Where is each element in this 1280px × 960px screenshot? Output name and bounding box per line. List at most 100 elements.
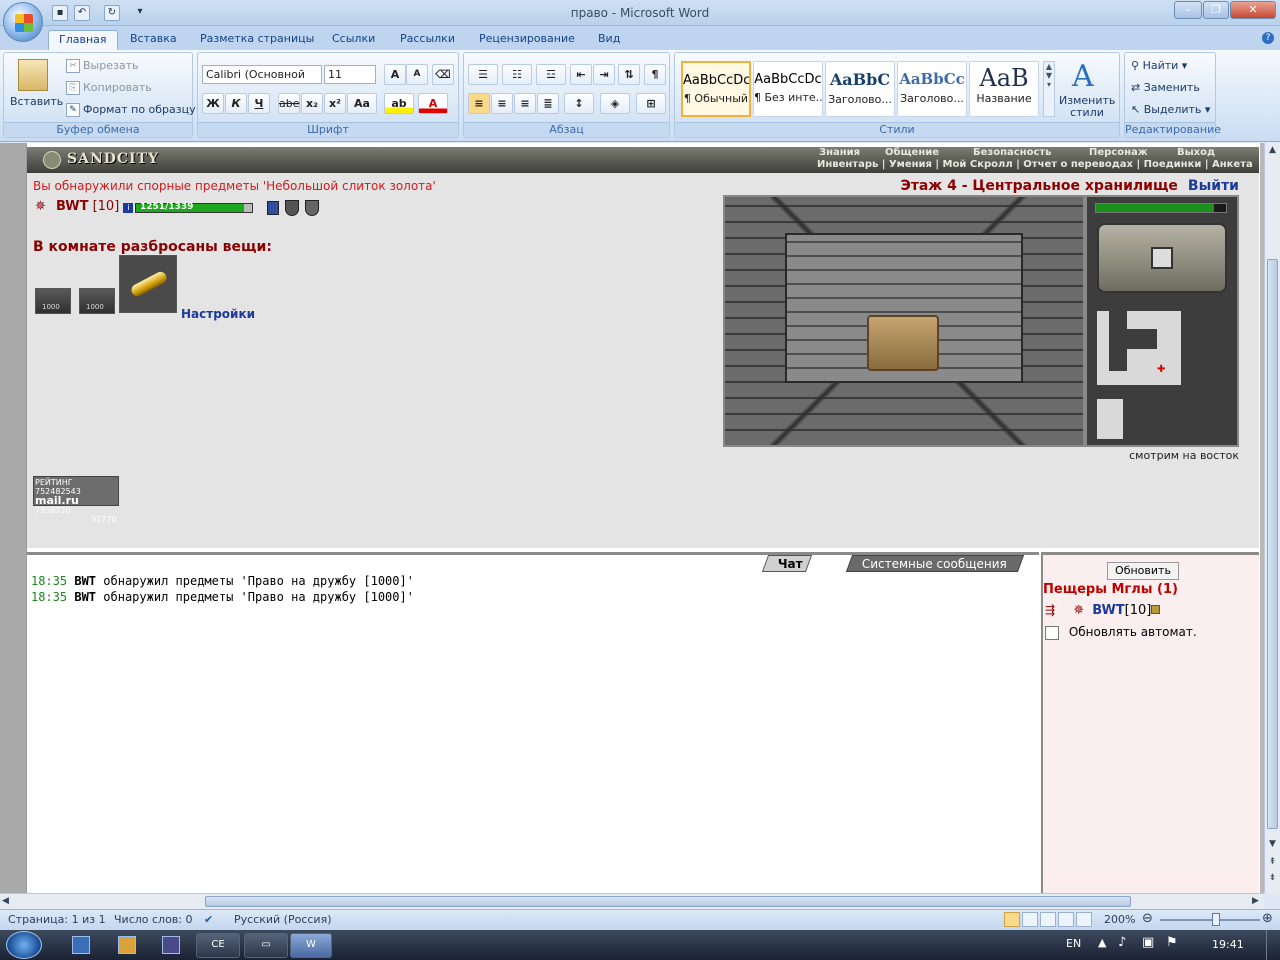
find-button[interactable]: ⚲ Найти ▾ <box>1131 59 1187 72</box>
decrease-indent-icon[interactable]: ⇤ <box>570 64 592 85</box>
direction-compass[interactable] <box>1097 223 1227 293</box>
network-icon[interactable]: ▣ <box>1142 935 1154 950</box>
align-right-icon[interactable]: ≡ <box>514 93 536 114</box>
superscript-button[interactable]: x² <box>324 93 346 114</box>
select-button[interactable]: ↖ Выделить ▾ <box>1131 103 1210 116</box>
tab-review[interactable]: Рецензирование <box>469 30 585 50</box>
increase-indent-icon[interactable]: ⇥ <box>593 64 615 85</box>
horizontal-scrollbar[interactable]: ◀ ▶ <box>0 893 1264 909</box>
nav-exit[interactable]: Выход <box>1177 147 1215 158</box>
volume-icon[interactable]: ♪ <box>1118 935 1126 950</box>
bullets-icon[interactable]: ☰ <box>468 64 498 85</box>
word-count[interactable]: Число слов: 0 <box>114 913 193 926</box>
tab-insert[interactable]: Вставка <box>120 30 187 50</box>
scroll-item[interactable]: 1000 <box>35 288 71 314</box>
start-button[interactable] <box>6 931 42 959</box>
numbering-icon[interactable]: ☷ <box>502 64 532 85</box>
shading-icon[interactable]: ◈ <box>600 93 630 114</box>
flag-icon[interactable]: ⚑ <box>1166 935 1178 950</box>
scroll-down-icon[interactable]: ▼ <box>1266 839 1279 853</box>
outline-icon[interactable] <box>1058 912 1074 927</box>
style-title[interactable]: AaB Название <box>969 61 1039 117</box>
zoom-slider-thumb[interactable] <box>1212 913 1220 926</box>
subscript-button[interactable]: x₂ <box>301 93 323 114</box>
restore-button[interactable]: ❐ <box>1203 1 1229 19</box>
tab-mailings[interactable]: Рассылки <box>390 30 465 50</box>
style-heading2[interactable]: AaBbCc Заголово... <box>897 61 967 117</box>
gold-ingot-item[interactable] <box>119 255 177 313</box>
font-color-icon[interactable]: A <box>418 93 448 114</box>
minimize-button[interactable]: – <box>1174 1 1202 19</box>
settings-link[interactable]: Настройки <box>181 307 255 321</box>
change-styles-icon[interactable]: A <box>1072 59 1094 94</box>
grow-font-button[interactable]: A <box>384 64 406 85</box>
info-icon[interactable] <box>1151 605 1161 614</box>
quicklaunch-icon[interactable] <box>162 936 180 954</box>
bold-button[interactable]: Ж <box>202 93 224 114</box>
nav-secondary-links[interactable]: Инвентарь | Умения | Мой Скролл | Отчет … <box>817 159 1253 170</box>
shrink-font-button[interactable]: A <box>406 64 428 85</box>
exit-link[interactable]: Выйти <box>1188 178 1239 194</box>
strikethrough-button[interactable]: abe <box>278 93 300 114</box>
treasure-chest-icon[interactable] <box>867 315 939 371</box>
borders-icon[interactable]: ⊞ <box>636 93 666 114</box>
help-icon[interactable]: ? <box>1262 32 1274 44</box>
styles-scroll[interactable]: ▲ ▼ ▾ <box>1043 61 1055 117</box>
zoom-slider[interactable] <box>1160 919 1260 921</box>
paste-icon[interactable] <box>18 59 48 91</box>
quicklaunch-icon[interactable] <box>72 936 90 954</box>
refresh-button[interactable]: Обновить <box>1107 562 1179 580</box>
character-name[interactable]: BWT <box>56 199 88 214</box>
tray-arrow-icon[interactable]: ▲ <box>1098 936 1106 949</box>
zoom-in-icon[interactable]: ⊕ <box>1262 911 1273 926</box>
paste-button[interactable]: Вставить <box>10 95 63 108</box>
align-left-icon[interactable]: ≡ <box>468 93 490 114</box>
show-marks-icon[interactable]: ¶ <box>644 64 666 85</box>
taskbar-explorer-icon[interactable]: ▭ <box>244 933 288 958</box>
info-icon[interactable]: i <box>123 203 134 213</box>
guild-badge-icon[interactable] <box>305 200 319 216</box>
cut-button[interactable]: ✂ Вырезать <box>66 59 138 73</box>
close-button[interactable]: ✕ <box>1230 1 1276 19</box>
tab-page-layout[interactable]: Разметка страницы <box>190 30 324 50</box>
change-styles-button[interactable]: Изменить стили <box>1059 95 1115 119</box>
italic-button[interactable]: К <box>225 93 247 114</box>
rating-counter[interactable]: РЕЙТИНГ 752482543 mail.ru 7938720 31770 <box>33 476 119 524</box>
style-no-spacing[interactable]: AaBbCcDc ¶ Без инте... <box>753 61 823 117</box>
show-desktop-button[interactable] <box>1266 930 1280 960</box>
replace-button[interactable]: ⇄ Заменить <box>1131 81 1200 94</box>
scroll-item[interactable]: 1000 <box>79 288 115 314</box>
nav-character[interactable]: Персонаж <box>1089 147 1148 158</box>
next-page-icon[interactable]: ⇟ <box>1266 873 1279 887</box>
scroll-right-icon[interactable]: ▶ <box>1252 896 1259 906</box>
change-case-button[interactable]: Aa <box>347 93 377 114</box>
full-screen-reading-icon[interactable] <box>1022 912 1038 927</box>
zoom-level[interactable]: 200% <box>1104 913 1135 926</box>
web-layout-icon[interactable] <box>1040 912 1056 927</box>
chat-user[interactable]: BWT <box>74 590 96 604</box>
line-spacing-icon[interactable]: ↕ <box>564 93 594 114</box>
quicklaunch-icon[interactable] <box>118 936 136 954</box>
nav-communication[interactable]: Общение <box>885 147 939 158</box>
font-name-combo[interactable]: Calibri (Основной те <box>202 65 322 84</box>
tab-chat[interactable]: Чат <box>761 555 813 572</box>
proofing-icon[interactable]: ✔ <box>204 913 213 926</box>
format-painter-button[interactable]: ✎ Формат по образцу <box>66 103 196 117</box>
nav-knowledge[interactable]: Знания <box>819 147 860 158</box>
scroll-up-icon[interactable]: ▲ <box>1266 145 1279 159</box>
dungeon-view[interactable] <box>723 195 1085 447</box>
room-user-name[interactable]: BWT <box>1092 603 1124 618</box>
style-heading1[interactable]: AaBbC Заголово... <box>825 61 895 117</box>
sort-icon[interactable]: ⇅ <box>618 64 640 85</box>
tab-references[interactable]: Ссылки <box>322 30 385 50</box>
compass-center-icon[interactable] <box>1151 247 1173 269</box>
chat-user[interactable]: BWT <box>74 574 96 588</box>
auto-refresh-checkbox[interactable] <box>1045 625 1059 640</box>
clear-format-icon[interactable]: ⌫ <box>432 64 454 85</box>
scroll-left-icon[interactable]: ◀ <box>2 896 9 906</box>
tab-view[interactable]: Вид <box>588 30 630 50</box>
style-normal[interactable]: AaBbCcDc ¶ Обычный <box>681 61 751 117</box>
office-button[interactable] <box>3 2 43 42</box>
underline-button[interactable]: Ч <box>248 93 270 114</box>
taskbar-app-icon[interactable]: CE <box>196 933 240 958</box>
